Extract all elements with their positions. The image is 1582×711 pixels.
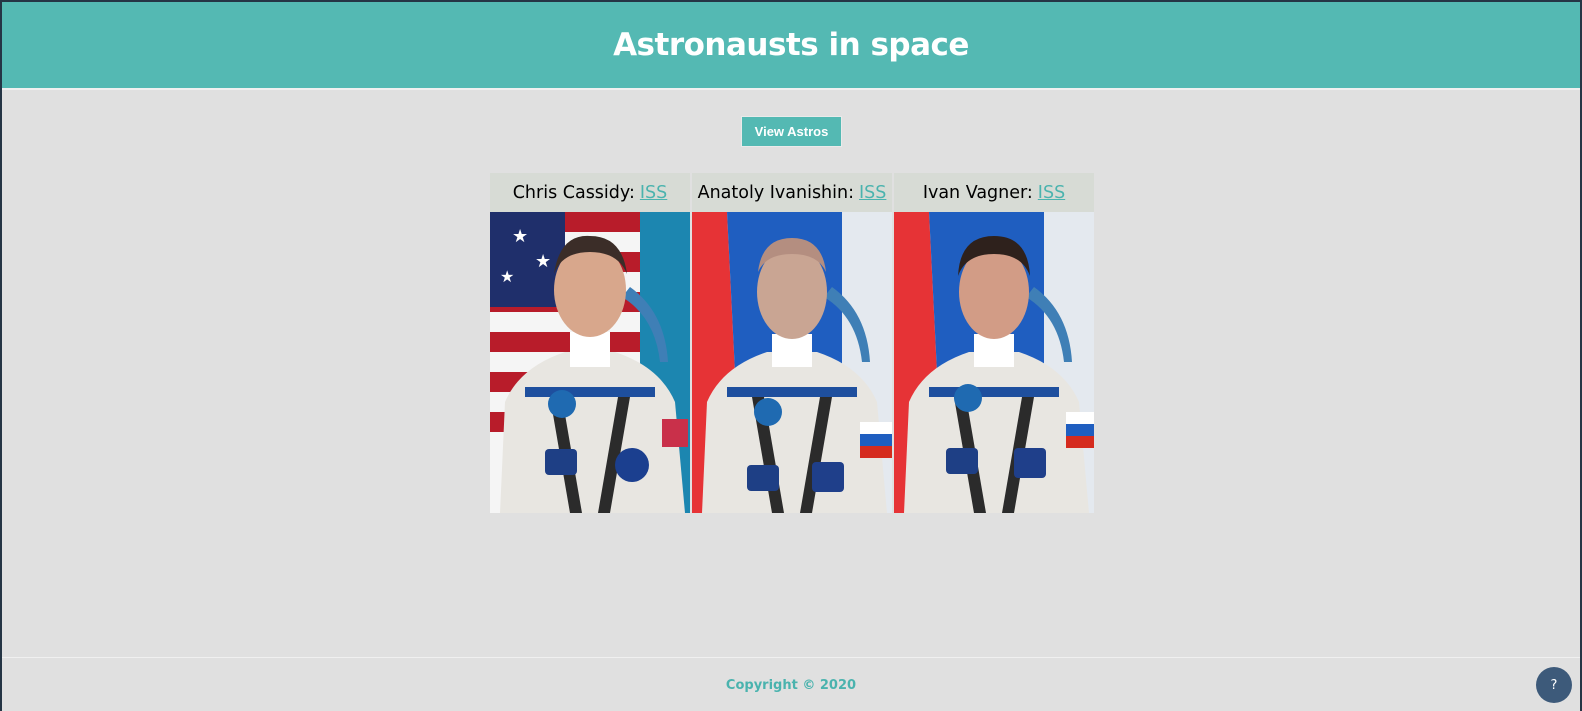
astronaut-name: Chris Cassidy: xyxy=(512,182,635,203)
app-frame: Astronausts in space View Astros Chris C… xyxy=(2,2,1580,711)
astronaut-name: Ivan Vagner: xyxy=(922,182,1033,203)
svg-text:★: ★ xyxy=(500,267,514,286)
svg-text:★: ★ xyxy=(512,226,528,247)
astronaut-cards: Chris Cassidy: ISS ★ ★ ★ Anatoly Ivanish… xyxy=(490,173,1095,513)
astronaut-card: Ivan Vagner: ISS xyxy=(894,173,1094,513)
astronaut-photo xyxy=(894,212,1094,513)
page-title: Astronausts in space xyxy=(613,27,969,63)
astronaut-photo xyxy=(692,212,892,513)
page-header: Astronausts in space xyxy=(2,2,1580,90)
svg-text:★: ★ xyxy=(535,251,551,272)
astronaut-card: Anatoly Ivanishin: ISS xyxy=(692,173,892,513)
view-astros-button[interactable]: View Astros xyxy=(741,116,842,147)
craft-link[interactable]: ISS xyxy=(859,183,886,203)
astronaut-card-title: Ivan Vagner: ISS xyxy=(894,173,1094,212)
astronaut-name: Anatoly Ivanishin: xyxy=(697,182,854,203)
astronaut-card-title: Anatoly Ivanishin: ISS xyxy=(692,173,892,212)
astronaut-card: Chris Cassidy: ISS ★ ★ ★ xyxy=(490,173,690,513)
copyright-text: Copyright © 2020 xyxy=(725,677,857,693)
astronaut-photo: ★ ★ ★ xyxy=(490,212,690,513)
craft-link[interactable]: ISS xyxy=(1038,183,1065,203)
craft-link[interactable]: ISS xyxy=(640,183,667,203)
help-button[interactable]: ? xyxy=(1536,667,1572,703)
page-footer: Copyright © 2020 xyxy=(2,657,1580,711)
astronaut-card-title: Chris Cassidy: ISS xyxy=(490,173,690,212)
